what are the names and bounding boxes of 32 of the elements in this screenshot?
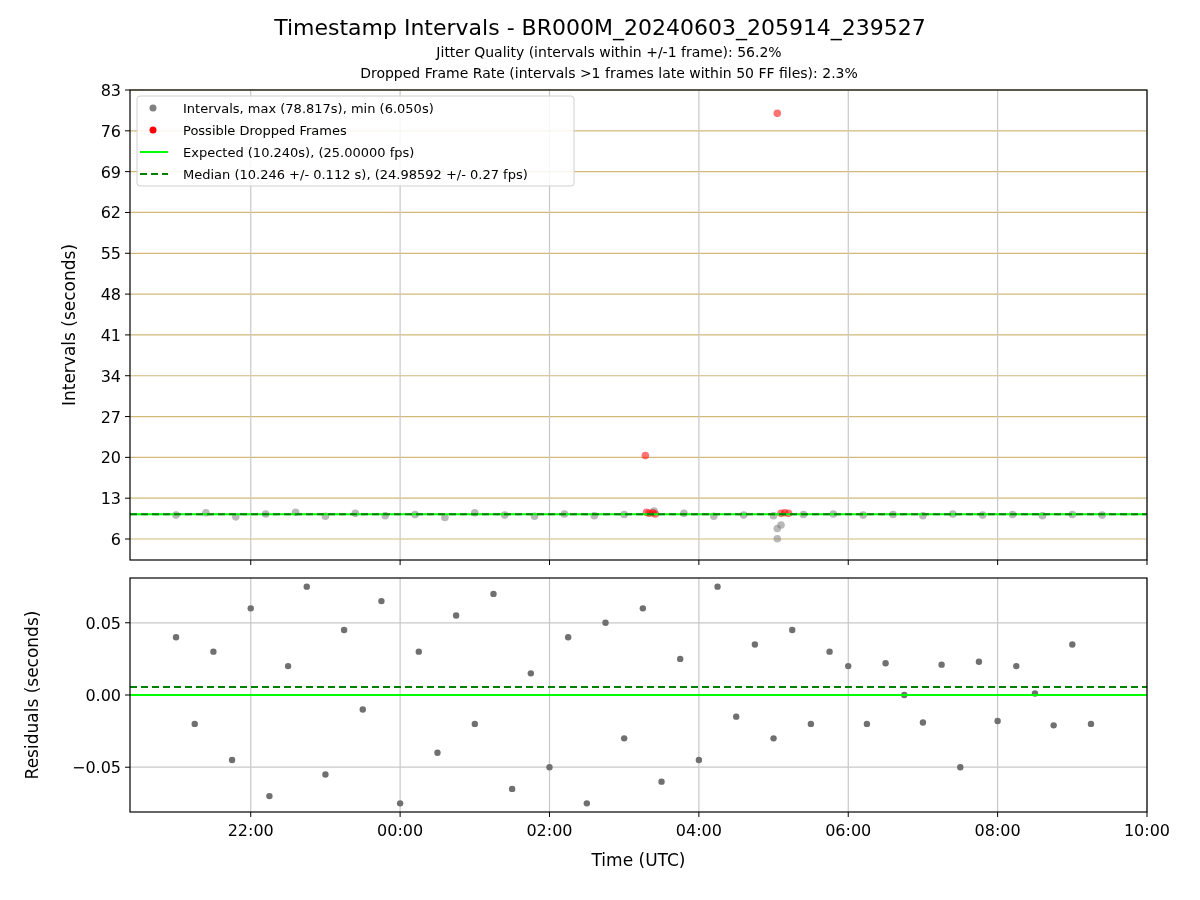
axis-tick-label: 06:00 — [825, 821, 872, 840]
axis-tick-label: 83 — [100, 81, 121, 100]
axis-tick-label: 0.00 — [85, 686, 121, 705]
axis-tick-label: −0.05 — [71, 758, 121, 778]
axis-tick-label: 13 — [100, 489, 121, 509]
axis-tick-label: 10:00 — [1123, 821, 1171, 840]
axis-tick-label: 22:00 — [227, 821, 274, 840]
axis-tick-label: 04:00 — [675, 821, 722, 840]
chart-subtitle: Dropped Frame Rate (intervals >1 frames late within 50 FF files): 2.3% — [360, 64, 858, 83]
axis-tick-label: 48 — [100, 285, 121, 305]
axis-tick-label: 02:00 — [526, 821, 573, 840]
chart-subtitle: Jitter Quality (intervals within +/-1 frame): 56.2% — [436, 43, 782, 62]
axis-tick-label: 27 — [100, 407, 121, 427]
axis-tick-label: 0.05 — [85, 613, 121, 633]
legend-label: Intervals, max (78.817s), min (6.050s) — [183, 101, 434, 116]
legend-label: Possible Dropped Frames — [183, 123, 347, 138]
axis-tick-label: 08:00 — [974, 821, 1021, 840]
axis-tick-label: 55 — [100, 244, 121, 264]
axis-tick-label: 34 — [100, 366, 121, 386]
axis-title: Intervals (seconds) — [59, 243, 79, 407]
axis-title: Residuals (seconds) — [22, 610, 42, 780]
axis-tick-label: 20 — [100, 448, 121, 468]
axis-title: Time (UTC) — [591, 850, 686, 870]
axis-tick-label: 6 — [110, 530, 121, 549]
axis-tick-label: 69 — [100, 162, 121, 182]
axis-tick-label: 62 — [100, 203, 121, 223]
axis-tick-label: 41 — [100, 325, 121, 345]
legend-label: Median (10.246 +/- 0.112 s), (24.98592 +/- 0.27 fps) — [183, 167, 528, 182]
axis-tick-label: 76 — [100, 121, 121, 141]
chart-title: Timestamp Intervals - BR000M_20240603_205914_239527 — [274, 14, 926, 42]
legend-label: Expected (10.240s), (25.00000 fps) — [183, 145, 415, 160]
axis-tick-label: 00:00 — [377, 821, 424, 840]
